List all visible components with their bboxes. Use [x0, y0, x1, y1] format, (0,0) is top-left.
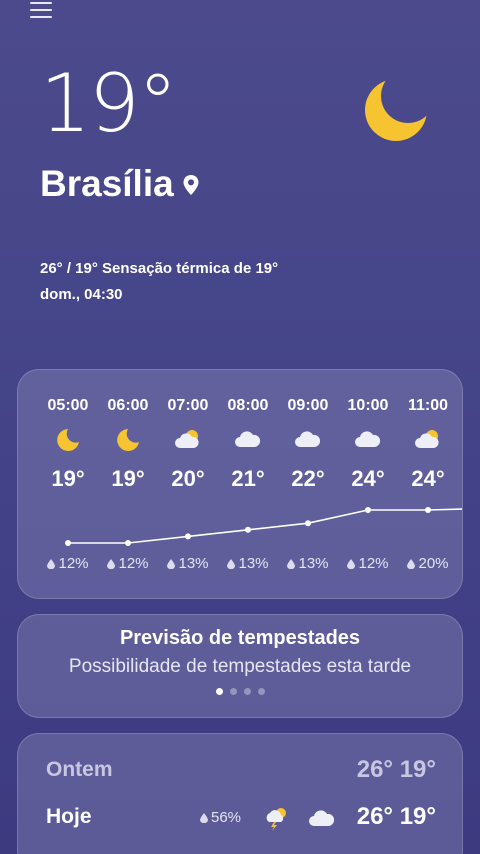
trend-point: [245, 526, 251, 533]
day-temp-range: 26° 19°: [356, 803, 436, 830]
hour-temperature: 21°: [231, 466, 265, 491]
moon-icon: [57, 429, 79, 451]
current-temperature: 19°: [40, 57, 178, 150]
weather-summary: 26° / 19° Sensação térmica de 19° dom., …: [40, 256, 278, 308]
hour-time: 07:00: [167, 397, 209, 414]
trend-point: [65, 540, 71, 546]
page-dot-4[interactable]: [257, 688, 265, 695]
moon-icon: [117, 429, 139, 451]
raindrop-icon: [227, 559, 236, 569]
page-dot-3[interactable]: [243, 688, 251, 695]
day-precip-chance: 56%: [200, 809, 241, 826]
page-dot-2[interactable]: [229, 688, 237, 695]
raindrop-icon: [200, 813, 208, 823]
storm-card-title: Previsão de tempestades: [119, 627, 361, 649]
crescent-moon-icon: [365, 79, 427, 141]
daily-row-yesterday[interactable]: Ontem 26° 19°: [18, 750, 464, 790]
partly-cloudy-icon: [175, 430, 199, 448]
cloud-icon: [295, 431, 321, 447]
hourly-forecast-card[interactable]: 05:00 19° 12% 06:00 19° 12% 07:00 20° 13% 08:00 21…: [17, 369, 463, 599]
menu-button[interactable]: [30, 2, 52, 18]
hour-precip-chance: 12%: [98, 555, 158, 572]
temp-range-feels-like: 26° / 19° Sensação térmica de 19°: [40, 260, 279, 277]
trend-line: [68, 508, 462, 544]
daily-forecast-card[interactable]: Ontem 26° 19° Hoje 56% 26° 19°: [17, 733, 463, 854]
hour-temperature: 19°: [111, 466, 145, 491]
hour-time: 05:00: [47, 397, 89, 414]
date-time: dom., 04:30: [40, 286, 123, 303]
hour-time: 08:00: [227, 397, 269, 414]
raindrop-icon: [47, 559, 56, 569]
day-label: Ontem: [46, 758, 113, 781]
raindrop-icon: [287, 559, 296, 569]
cloud-icon: [235, 431, 261, 447]
trend-point: [305, 520, 311, 527]
hour-time: 06:00: [107, 397, 149, 414]
hour-time: 10:00: [347, 397, 389, 414]
partly-cloudy-icon: [415, 430, 439, 448]
trend-point: [365, 507, 371, 513]
hour-temperature: 24°: [351, 466, 385, 491]
trend-point: [425, 507, 431, 513]
hour-precip-chance: 13%: [158, 555, 218, 572]
raindrop-icon: [107, 559, 116, 569]
raindrop-icon: [407, 559, 416, 569]
hour-temperature: 22°: [291, 466, 325, 491]
hour-precip-chance: 20%: [398, 555, 458, 572]
location-row[interactable]: Brasília: [40, 162, 200, 206]
trend-point: [185, 533, 191, 540]
hour-time: 11:00: [407, 397, 449, 414]
hour-temperature: 24°: [411, 466, 445, 491]
raindrop-icon: [167, 559, 176, 569]
city-name: Brasília: [40, 163, 174, 204]
page-dot-1[interactable]: [215, 688, 223, 695]
hour-precip-chance: 13%: [218, 555, 278, 572]
cloud-icon: [309, 810, 335, 826]
thunderstorm-sun-icon: [266, 808, 286, 831]
next-day-row-partial: [18, 846, 464, 854]
hamburger-menu-icon: [30, 2, 52, 4]
hour-precip-chance: 12%: [338, 555, 398, 572]
daily-row-today[interactable]: Hoje 56% 26° 19°: [18, 797, 464, 837]
hour-precip-chance: 12%: [38, 555, 98, 572]
day-label: Hoje: [46, 805, 92, 828]
storm-forecast-card[interactable]: Previsão de tempestades Possibilidade de…: [17, 614, 463, 718]
hour-time: 09:00: [287, 397, 329, 414]
cloud-icon: [355, 431, 381, 447]
storm-card-subtitle: Possibilidade de tempestades esta tarde: [68, 656, 412, 677]
hour-temperature: 20°: [171, 466, 205, 491]
hour-precip-chance: 13%: [278, 555, 338, 572]
hour-temperature: 19°: [51, 466, 85, 491]
raindrop-icon: [347, 559, 356, 569]
carousel-page-indicator: [18, 688, 462, 695]
day-temp-range: 26° 19°: [356, 756, 436, 783]
map-pin-icon: [183, 175, 199, 195]
trend-point: [125, 540, 131, 546]
